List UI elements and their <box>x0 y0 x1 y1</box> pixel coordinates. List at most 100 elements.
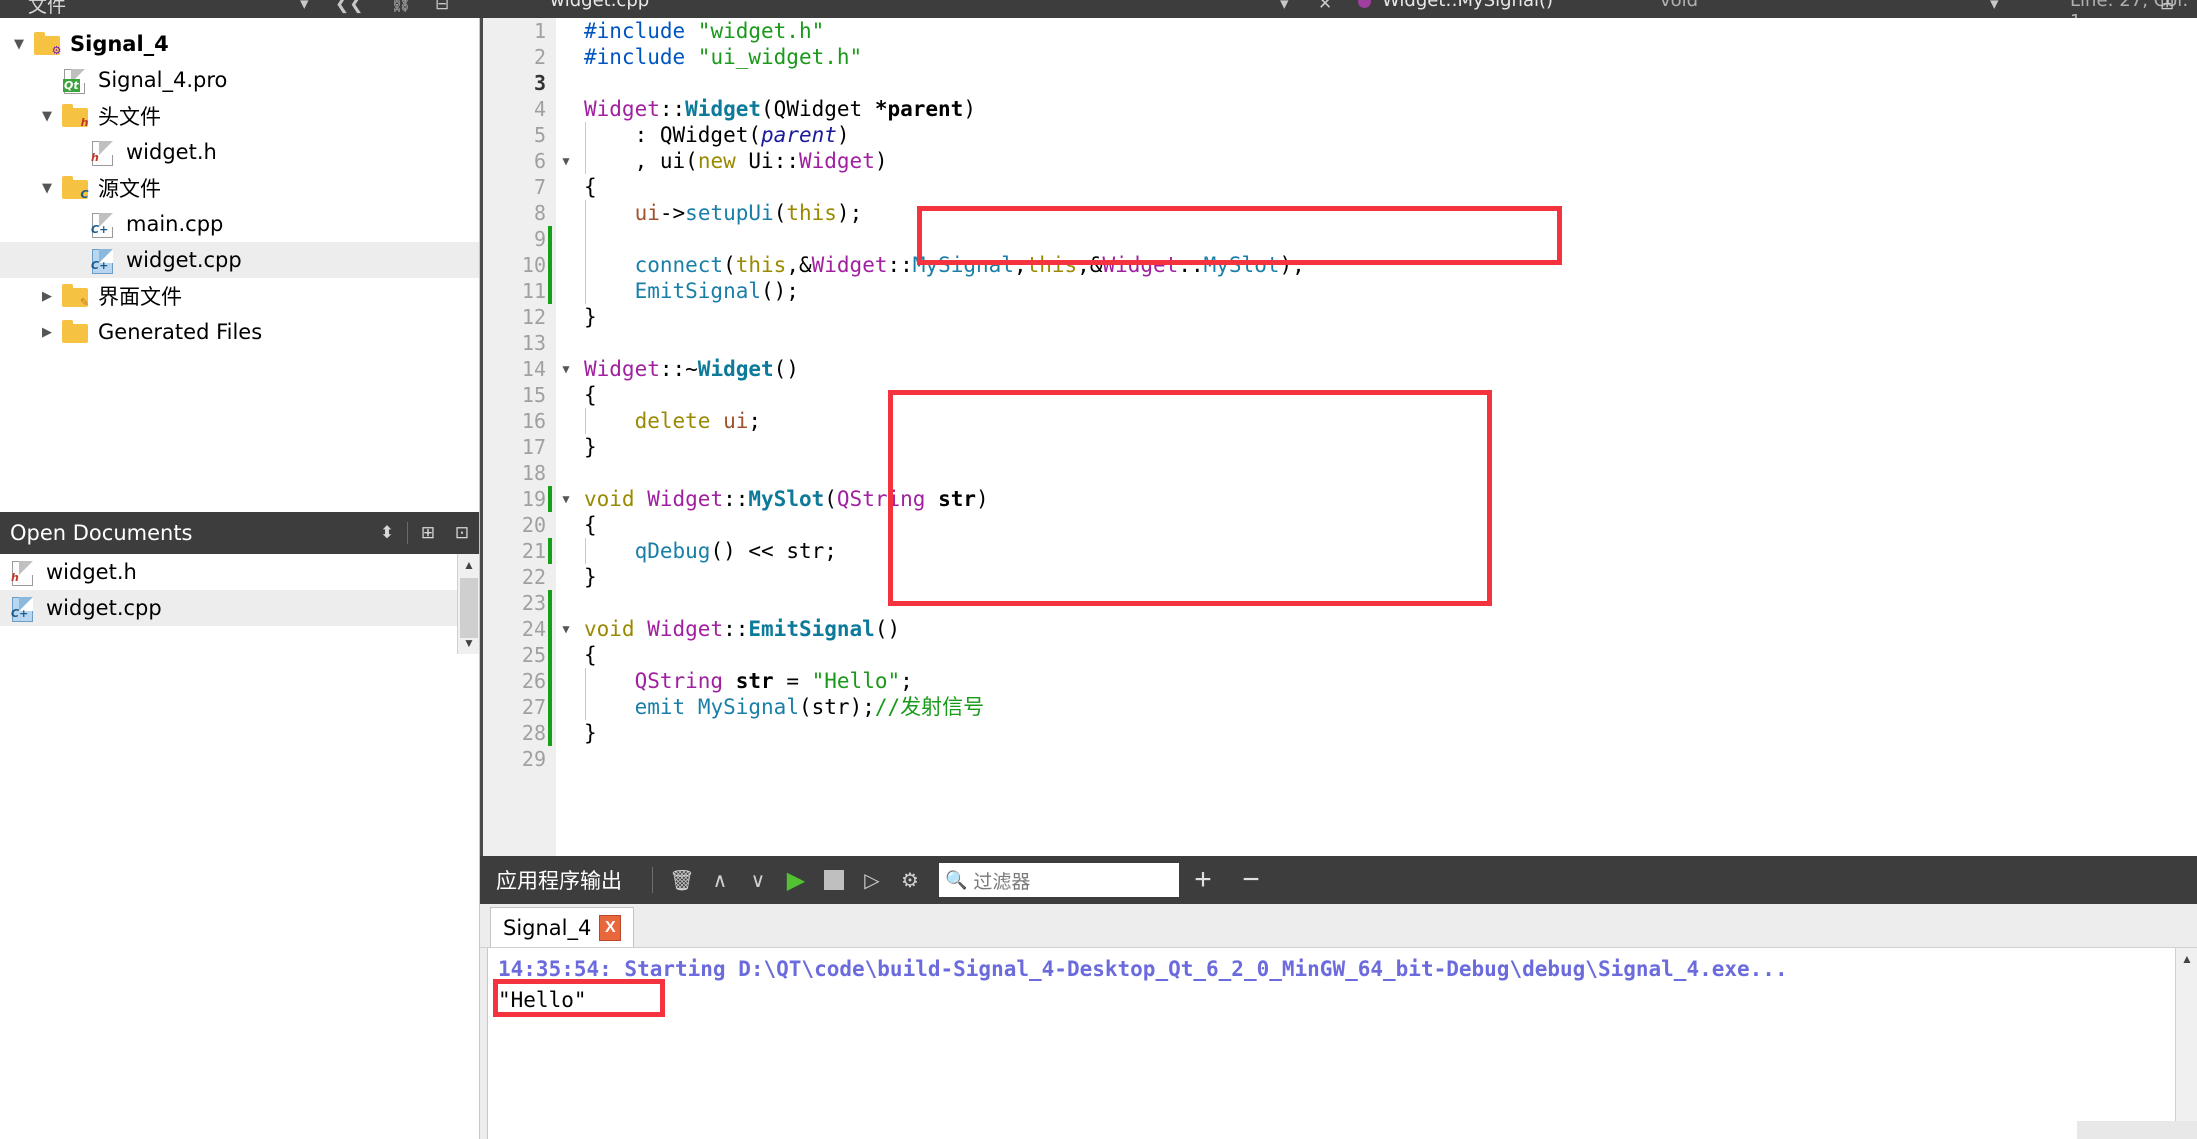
tree-item[interactable]: ▼ ⚙ Signal_4 <box>0 26 479 62</box>
scroll-up-icon[interactable]: ▲ <box>2176 948 2197 970</box>
code-line[interactable]: 24 ▼ void Widget::EmitSignal() <box>480 616 2197 642</box>
code-line[interactable]: 27 emit MySignal(str);//发射信号 <box>480 694 2197 720</box>
folder-headers-icon: h <box>60 103 90 129</box>
fold-collapse-icon[interactable]: ▼ <box>558 616 574 642</box>
code-line[interactable]: 4 Widget::Widget(QWidget *parent) <box>480 96 2197 122</box>
console-line: 14:35:54: Starting D:\QT\code\build-Sign… <box>498 957 1788 981</box>
code-line[interactable]: 17} <box>480 434 2197 460</box>
link-icon[interactable]: ⛓ <box>390 0 412 14</box>
output-tab-signal4[interactable]: Signal_4 X <box>490 907 635 947</box>
open-document-item[interactable]: h widget.h <box>0 554 479 590</box>
code-text: } <box>584 721 597 745</box>
line-number: 9 <box>533 227 546 251</box>
settings-gear-icon[interactable]: ⚙ <box>891 856 929 904</box>
chevron-down-icon[interactable]: ▼ <box>34 181 60 196</box>
code-line[interactable]: 29 <box>480 746 2197 772</box>
code-line[interactable]: 3 <box>480 70 2197 96</box>
qt-creator-window: 文件 ▾ ❮❮ ⛓ ⊟ widget.cpp ▾ ✕ Widget::MySig… <box>0 0 2197 1139</box>
chevron-down-icon[interactable]: ▼ <box>6 37 32 52</box>
code-line[interactable]: 10 connect(this,&Widget::MySignal,this,&… <box>480 252 2197 278</box>
project-tree[interactable]: ▼ ⚙ Signal_4 Qt Signal_4.pro ▼ h 头文件 h widget.h ▼ C… <box>0 18 479 512</box>
tab-close-icon[interactable]: ✕ <box>1318 0 1332 14</box>
filter-input[interactable]: 🔍 过滤器 <box>939 863 1179 897</box>
split-add-icon[interactable]: ⊞ <box>411 512 445 554</box>
open-documents-scrollbar[interactable]: ▲ ▼ <box>457 553 480 654</box>
code-line[interactable]: 7{ <box>480 174 2197 200</box>
fold-collapse-icon[interactable]: ▼ <box>558 148 574 174</box>
tree-item[interactable]: Qt Signal_4.pro <box>0 62 479 98</box>
code-text: : QWidget(parent) <box>584 123 850 147</box>
tree-item[interactable]: C+ widget.cpp <box>0 242 479 278</box>
code-line[interactable]: 28} <box>480 720 2197 746</box>
code-line[interactable]: 25 { <box>480 642 2197 668</box>
prev-item-icon[interactable]: ∧ <box>701 856 739 904</box>
code-lines[interactable]: 1 #include "widget.h" 2 #include "ui_widget… <box>480 18 2197 772</box>
code-editor[interactable]: 1 #include "widget.h" 2 #include "ui_widget… <box>480 18 2197 856</box>
code-line[interactable]: 15 { <box>480 382 2197 408</box>
fold-collapse-icon[interactable]: ▼ <box>558 486 574 512</box>
chevron-right-icon[interactable]: ▶ <box>34 289 60 304</box>
tree-item[interactable]: h widget.h <box>0 134 479 170</box>
dropdown-box-icon[interactable]: ⊡ <box>445 512 479 554</box>
scroll-thumb[interactable] <box>460 577 478 638</box>
add-output-icon[interactable]: + <box>1179 863 1227 897</box>
file-menu-label[interactable]: 文件 <box>28 0 66 18</box>
code-line[interactable]: 23 <box>480 590 2197 616</box>
code-line[interactable]: 18 <box>480 460 2197 486</box>
tab-widget-cpp[interactable]: widget.cpp <box>550 0 649 11</box>
code-line[interactable]: 16 delete ui; <box>480 408 2197 434</box>
attach-debugger-icon[interactable]: ▷ <box>853 856 891 904</box>
code-line[interactable]: 5 : QWidget(parent) <box>480 122 2197 148</box>
line-number: 12 <box>521 305 546 329</box>
code-line[interactable]: 26 QString str = "Hello"; <box>480 668 2197 694</box>
tree-item[interactable]: ▼ C 源文件 <box>0 170 479 206</box>
code-line[interactable]: 1 #include "widget.h" <box>480 18 2197 44</box>
console-text[interactable]: 14:35:54: Starting D:\QT\code\build-Sign… <box>488 948 2175 1139</box>
symbol-selector[interactable]: Widget::MySignal() <box>1382 0 1553 11</box>
split-icon[interactable]: ⊟ <box>435 0 449 14</box>
chevron-down-icon[interactable]: ▼ <box>34 109 60 124</box>
code-line[interactable]: 22} <box>480 564 2197 590</box>
symbol-dropdown-icon[interactable]: ▾ <box>1990 0 1999 14</box>
line-number: 1 <box>533 19 546 43</box>
line-number: 8 <box>533 201 546 225</box>
code-line[interactable]: 12} <box>480 304 2197 330</box>
split-editor-icon[interactable]: ⊞ <box>2160 0 2174 14</box>
next-item-icon[interactable]: ∨ <box>739 856 777 904</box>
line-number: 28 <box>521 721 546 745</box>
code-line[interactable]: 19 ▼ void Widget::MySlot(QString str) <box>480 486 2197 512</box>
nav-back-icon[interactable]: ❮❮ <box>335 0 364 14</box>
chevron-right-icon[interactable]: ▶ <box>34 325 60 340</box>
clear-output-icon[interactable]: 🗑 <box>663 856 701 904</box>
close-icon[interactable]: X <box>599 914 622 941</box>
chevron-down-icon[interactable]: ▾ <box>300 0 309 14</box>
code-line[interactable]: 14 ▼ Widget::~Widget() <box>480 356 2197 382</box>
code-line[interactable]: 2 #include "ui_widget.h" <box>480 44 2197 70</box>
code-line[interactable]: 13 <box>480 330 2197 356</box>
code-line[interactable]: 11 EmitSignal(); <box>480 278 2197 304</box>
fold-collapse-icon[interactable]: ▼ <box>558 356 574 382</box>
tree-item[interactable]: C+ main.cpp <box>0 206 479 242</box>
code-line[interactable]: 9 <box>480 226 2197 252</box>
scroll-up-icon[interactable]: ▲ <box>458 554 480 576</box>
sort-updown-icon[interactable]: ⬍ <box>370 512 404 554</box>
code-line[interactable]: 21 qDebug() << str; <box>480 538 2197 564</box>
run-icon[interactable]: ▶ <box>777 856 815 904</box>
change-marker <box>548 642 552 668</box>
tree-item[interactable]: ▶ ✎ 界面文件 <box>0 278 479 314</box>
line-number: 26 <box>521 669 546 693</box>
code-line[interactable]: 8 ui->setupUi(this); <box>480 200 2197 226</box>
tab-overflow-icon[interactable]: ▾ <box>1280 0 1289 14</box>
open-documents-list[interactable]: h widget.h C+ widget.cpp ▲ ▼ <box>0 553 480 654</box>
code-text: Widget::Widget(QWidget *parent) <box>584 97 976 121</box>
open-document-item[interactable]: C+ widget.cpp <box>0 589 479 626</box>
console-scrollbar[interactable]: ▲ ▼ <box>2175 948 2197 1139</box>
console-output[interactable]: 14:35:54: Starting D:\QT\code\build-Sign… <box>480 948 2197 1139</box>
tree-item[interactable]: ▼ h 头文件 <box>0 98 479 134</box>
tree-item[interactable]: ▶ Generated Files <box>0 314 479 350</box>
stop-icon[interactable] <box>815 856 853 904</box>
code-line[interactable]: 20 { <box>480 512 2197 538</box>
scroll-down-icon[interactable]: ▼ <box>458 632 480 654</box>
code-line[interactable]: 6 ▼ , ui(new Ui::Widget) <box>480 148 2197 174</box>
remove-output-icon[interactable]: − <box>1227 863 1275 897</box>
